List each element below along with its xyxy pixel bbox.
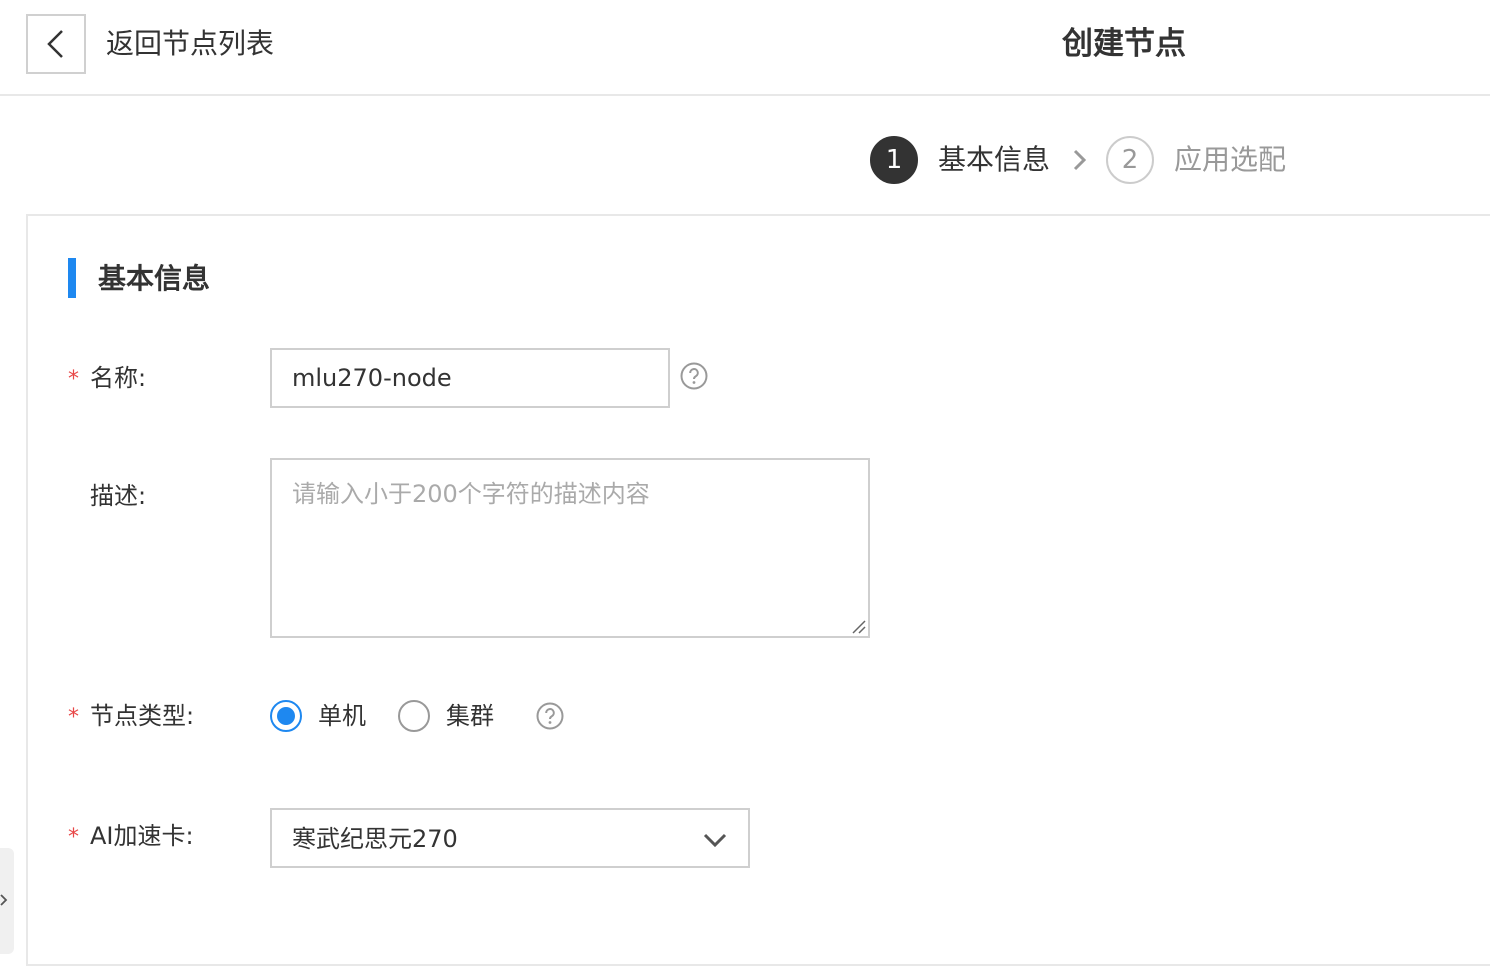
section-title: 基本信息 [98,262,211,295]
ai-card-select[interactable]: 寒武纪思元270 [270,808,750,868]
page-title: 创建节点 [1062,26,1186,62]
basic-info-card: 基本信息 *名称: 描述: *节点类型: 单机 集群 *AI加速卡: 寒武纪思元… [26,214,1490,966]
required-mark: * [68,825,79,850]
step-2-number: 2 [1106,136,1154,184]
radio-cluster-label[interactable]: 集群 [446,700,494,732]
radio-standalone-label[interactable]: 单机 [318,700,366,732]
radio-standalone[interactable] [270,700,302,732]
step-2-label: 应用选配 [1174,143,1287,176]
step-1-label: 基本信息 [938,143,1051,176]
name-input[interactable] [270,348,670,408]
back-button[interactable] [26,14,86,74]
section-accent-bar [68,258,76,298]
help-icon[interactable] [536,702,564,730]
page-header: 返回节点列表 创建节点 [0,0,1490,96]
required-mark: * [68,705,79,730]
help-icon[interactable] [680,362,708,390]
back-to-node-list-link[interactable]: 返回节点列表 [106,24,274,64]
ai-card-selected-value: 寒武纪思元270 [292,825,458,853]
chevron-right-icon [1073,149,1087,171]
required-mark: * [68,367,79,392]
resize-grip-icon[interactable] [850,618,866,634]
step-1-number: 1 [870,136,918,184]
sidebar-expand-toggle[interactable] [0,848,14,954]
radio-cluster[interactable] [398,700,430,732]
description-textarea[interactable] [270,458,870,638]
node-type-label: * 节点类型: [68,698,194,736]
back-arrow-icon [47,30,63,58]
description-label: 描述: [90,482,147,510]
expand-sidebar-icon [0,894,8,906]
chevron-down-icon [703,833,727,848]
name-label: * 名称: [68,360,146,398]
ai-card-label: * AI加速卡: [68,818,194,856]
